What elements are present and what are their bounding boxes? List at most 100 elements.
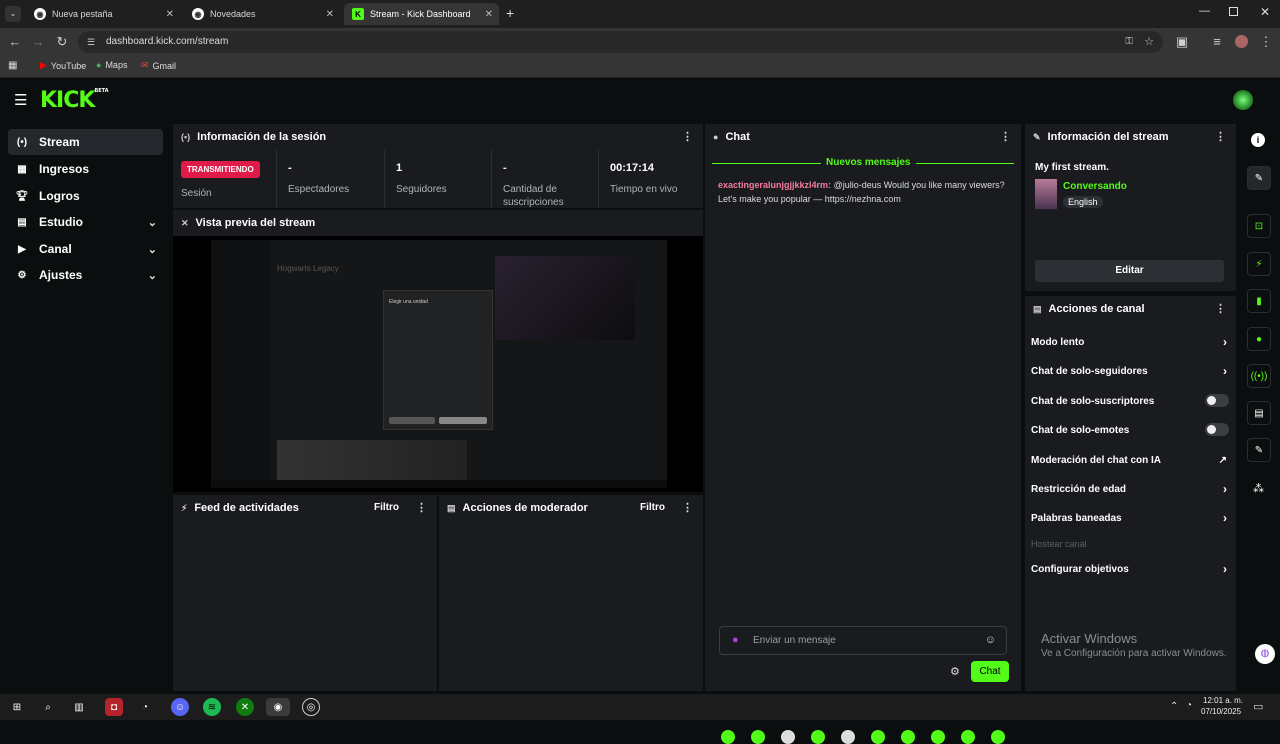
url-input[interactable]: ☰ dashboard.kick.com/stream ⚿ ☆	[78, 31, 1163, 53]
tab-novedades[interactable]: ◉ Novedades ✕	[184, 3, 340, 25]
clipboard-icon[interactable]: ▮	[1247, 289, 1271, 313]
close-icon[interactable]: ✕	[485, 9, 493, 20]
microphone-icon[interactable]: ●	[732, 634, 739, 646]
back-icon[interactable]: ←	[7, 34, 23, 49]
hamburger-menu-icon[interactable]: ☰	[14, 91, 27, 109]
reload-icon[interactable]: ↻	[54, 34, 70, 50]
emote-icon[interactable]	[901, 730, 915, 744]
action-age-restriction[interactable]: Restricción de edad ›	[1031, 482, 1231, 496]
assistant-icon[interactable]: ◍	[1255, 644, 1275, 664]
emote-icon[interactable]	[751, 730, 765, 744]
category-name[interactable]: Conversando	[1063, 181, 1127, 192]
notifications-icon[interactable]: ▭	[1253, 700, 1263, 713]
sidebar-item-stream[interactable]: (•) Stream	[8, 129, 163, 155]
stream-video[interactable]: Hogwarts Legacy Elegir una unidad	[173, 236, 703, 492]
more-icon[interactable]: ⋮	[1000, 130, 1011, 143]
filter-button[interactable]: Filtro	[374, 502, 399, 513]
password-key-icon[interactable]: ⚿	[1125, 31, 1133, 53]
search-icon[interactable]: ⌕	[39, 698, 57, 716]
user-avatar[interactable]	[1233, 90, 1253, 110]
close-icon[interactable]: ✕	[166, 9, 174, 20]
emote-icon[interactable]	[961, 730, 975, 744]
bookmark-youtube[interactable]: ▶ YouTube	[40, 60, 86, 71]
clock-time[interactable]: 12:01 a. m.	[1203, 696, 1243, 705]
action-label: Chat de solo-seguidores	[1031, 366, 1148, 377]
sidebar-item-ingresos[interactable]: ▦ Ingresos	[8, 156, 163, 182]
action-slow-mode[interactable]: Modo lento ›	[1031, 335, 1231, 349]
steam-icon[interactable]: ◔	[136, 698, 154, 716]
subscribers-only-toggle[interactable]	[1205, 394, 1229, 407]
layers-icon[interactable]: ▤	[1247, 401, 1271, 425]
chat-icon[interactable]: ●	[1247, 327, 1271, 351]
more-icon[interactable]: ⋮	[682, 501, 693, 514]
emote-icon[interactable]	[991, 730, 1005, 744]
panel-title: Feed de actividades	[194, 502, 299, 514]
chrome-icon[interactable]: ◉	[266, 698, 290, 716]
integrations-icon[interactable]: ⁂	[1253, 482, 1264, 495]
chat-username[interactable]: exactingeralunjgjjkkzl4rm:	[718, 180, 831, 190]
chat-send-button[interactable]: Chat	[971, 661, 1009, 682]
tab-new-tab[interactable]: ◉ Nueva pestaña ✕	[26, 3, 180, 25]
action-banned-words[interactable]: Palabras baneadas ›	[1031, 511, 1231, 525]
kick-logo[interactable]: KICKBETA	[40, 88, 109, 113]
filter-button[interactable]: Filtro	[640, 502, 665, 513]
emote-icon[interactable]	[871, 730, 885, 744]
sidebar-item-estudio[interactable]: ▤ Estudio ⌄	[8, 209, 163, 235]
emote-icon[interactable]	[841, 730, 855, 744]
bookmark-star-icon[interactable]: ☆	[1144, 31, 1154, 53]
lightning-icon[interactable]: ⚡︎	[1247, 252, 1271, 276]
windows-start-icon[interactable]: ⊞	[8, 698, 26, 716]
action-set-goals[interactable]: Configurar objetivos ›	[1031, 562, 1231, 576]
bookmark-gmail[interactable]: ✉ Gmail	[141, 60, 176, 71]
tray-chevron-icon[interactable]: ⌃	[1170, 701, 1178, 712]
sidebar-item-ajustes[interactable]: ⚙ Ajustes ⌄	[8, 262, 163, 288]
emote-icon[interactable]	[931, 730, 945, 744]
network-icon[interactable]: ◔	[1186, 700, 1192, 711]
emote-icon[interactable]	[721, 730, 735, 744]
site-info-icon[interactable]: ☰	[87, 31, 95, 53]
more-icon[interactable]: ⋮	[1215, 302, 1226, 315]
restore-icon[interactable]	[1229, 7, 1238, 16]
extensions-icon[interactable]: ▣	[1174, 34, 1190, 50]
avatar[interactable]	[1235, 35, 1248, 48]
more-icon[interactable]: ⋮	[416, 501, 427, 514]
discord-icon[interactable]: ☺	[171, 698, 189, 716]
sidebar-item-canal[interactable]: ▶ Canal ⌄	[8, 236, 163, 262]
media-icon[interactable]: ≡	[1209, 34, 1225, 49]
wrench-icon[interactable]: ✎	[1247, 438, 1271, 462]
menu-kebab-icon[interactable]: ⋮	[1258, 34, 1274, 50]
xbox-icon[interactable]: ✕	[236, 698, 254, 716]
sidebar-item-logros[interactable]: 🏆︎ Logros	[8, 183, 163, 209]
bookmark-maps[interactable]: ● Maps	[96, 60, 127, 70]
close-window-icon[interactable]: ✕	[1260, 5, 1270, 19]
emoji-icon[interactable]: ☺	[985, 634, 996, 646]
more-icon[interactable]: ⋮	[1215, 130, 1226, 143]
spotify-icon[interactable]: ≋	[203, 698, 221, 716]
new-messages-divider[interactable]: Nuevos mensajes	[712, 157, 1014, 169]
action-ai-moderation[interactable]: Moderación del chat con IA ↗	[1031, 455, 1231, 466]
app-red-icon[interactable]: ◘	[105, 698, 123, 716]
minimize-icon[interactable]: —	[1199, 5, 1210, 17]
emote-icon[interactable]	[781, 730, 795, 744]
action-followers-only[interactable]: Chat de solo-seguidores ›	[1031, 364, 1231, 378]
edit-button[interactable]: Editar	[1035, 260, 1224, 282]
close-icon[interactable]: ✕	[326, 9, 334, 20]
new-tab-icon[interactable]: +	[506, 5, 514, 21]
tab-search-icon[interactable]: ⌄	[5, 6, 21, 22]
more-icon[interactable]: ⋮	[682, 130, 693, 143]
apps-grid-icon[interactable]: ▦	[8, 60, 17, 71]
moderation-icon[interactable]: ⊡	[1247, 214, 1271, 238]
clock-date[interactable]: 07/10/2025	[1201, 707, 1241, 716]
obs-icon[interactable]: ◎	[302, 698, 320, 716]
task-view-icon[interactable]: ▥	[70, 698, 88, 716]
edit-pencil-icon[interactable]: ✎	[1247, 166, 1271, 190]
chat-settings-icon[interactable]: ⚙	[950, 665, 960, 678]
chat-input[interactable]: ● Enviar un mensaje ☺	[719, 626, 1007, 655]
emote-icon[interactable]	[811, 730, 825, 744]
info-icon[interactable]: i	[1251, 133, 1265, 147]
category-thumbnail[interactable]	[1035, 179, 1057, 209]
broadcast-icon[interactable]: ((•))	[1247, 364, 1271, 388]
emotes-only-toggle[interactable]	[1205, 423, 1229, 436]
tab-kick-dashboard[interactable]: K Stream - Kick Dashboard ✕	[344, 3, 499, 25]
forward-icon[interactable]: →	[30, 34, 46, 49]
